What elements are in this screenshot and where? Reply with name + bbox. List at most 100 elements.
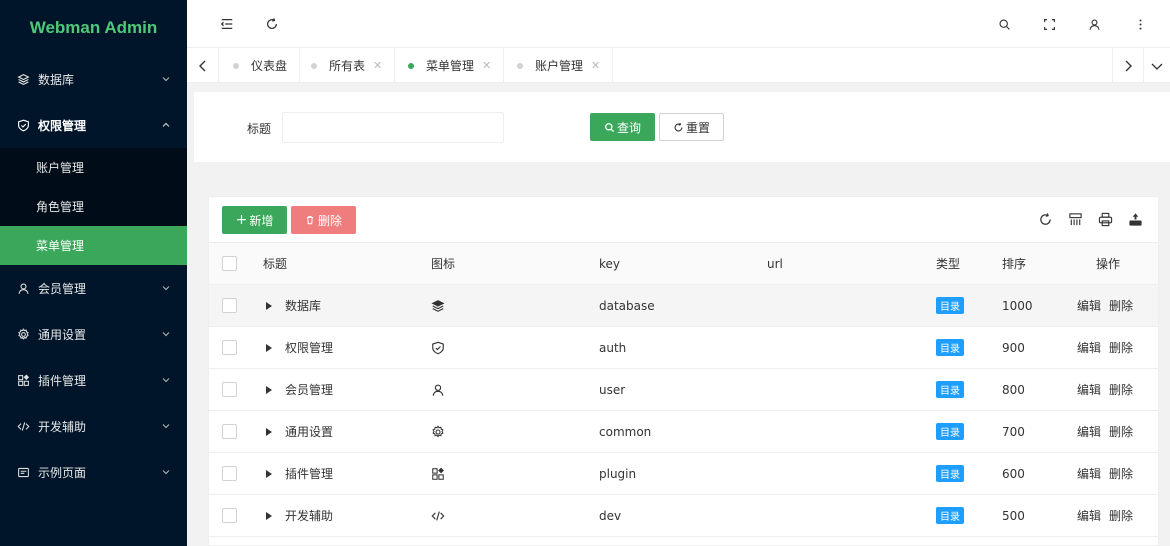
refresh-icon[interactable] [264, 16, 280, 32]
sidebar-item-plugins[interactable]: 插件管理 [0, 357, 187, 403]
shield-icon [431, 327, 445, 368]
chevron-down-icon [161, 467, 171, 477]
table-row[interactable]: 插件管理 plugin 目录 600 编辑 删除 [209, 453, 1158, 495]
chevron-up-icon [161, 120, 171, 130]
sidebar-item-examples[interactable]: 示例页面 [0, 449, 187, 495]
delete-link[interactable]: 删除 [1109, 339, 1133, 356]
close-icon[interactable]: ✕ [482, 59, 491, 72]
expand-caret-icon[interactable] [266, 469, 272, 478]
code-icon [16, 419, 30, 433]
tab-all-tables[interactable]: 所有表 ✕ [299, 48, 396, 83]
plugin-icon [431, 453, 445, 494]
delete-link[interactable]: 删除 [1109, 297, 1133, 314]
edit-link[interactable]: 编辑 [1077, 297, 1101, 314]
add-button[interactable]: + 新增 [222, 206, 287, 234]
table-row[interactable]: 会员管理 user 目录 800 编辑 删除 [209, 369, 1158, 411]
fullscreen-icon[interactable] [1041, 16, 1057, 32]
select-all-cell [222, 243, 237, 284]
tabs-scroll-left-icon[interactable] [187, 48, 219, 83]
title-filter-input[interactable] [282, 112, 504, 143]
row-checkbox[interactable] [222, 508, 237, 523]
edit-link[interactable]: 编辑 [1077, 507, 1101, 524]
sidebar-item-auth[interactable]: 权限管理 [0, 102, 187, 148]
row-type-cell: 目录 [936, 369, 964, 410]
sidebar-item-members[interactable]: 会员管理 [0, 265, 187, 311]
row-ops: 编辑 删除 [1077, 285, 1141, 326]
tabs-menu-chevron-down-icon[interactable] [1144, 48, 1170, 83]
type-badge: 目录 [936, 507, 964, 524]
delete-link[interactable]: 删除 [1109, 507, 1133, 524]
sidebar-item-settings[interactable]: 通用设置 [0, 311, 187, 357]
row-title-cell: 权限管理 [263, 327, 333, 368]
header-key[interactable]: key [599, 243, 620, 284]
close-icon[interactable]: ✕ [591, 59, 600, 72]
expand-caret-icon[interactable] [266, 343, 272, 352]
expand-caret-icon[interactable] [266, 385, 272, 394]
tab-dot [311, 62, 317, 69]
table-row[interactable]: 数据库 database 目录 1000 编辑 删除 [209, 285, 1158, 327]
search-panel: 标题 查询 重置 [194, 92, 1170, 162]
delete-link[interactable]: 删除 [1109, 381, 1133, 398]
sidebar-item-dev[interactable]: 开发辅助 [0, 403, 187, 449]
edit-link[interactable]: 编辑 [1077, 465, 1101, 482]
row-checkbox[interactable] [222, 424, 237, 439]
more-vertical-icon[interactable] [1132, 16, 1148, 32]
sidebar-item-roles[interactable]: 角色管理 [0, 187, 187, 226]
header-title[interactable]: 标题 [263, 243, 287, 284]
edit-link[interactable]: 编辑 [1077, 381, 1101, 398]
user-icon[interactable] [1086, 16, 1102, 32]
chevron-down-icon [161, 329, 171, 339]
delete-button[interactable]: 删除 [291, 206, 356, 234]
close-icon[interactable]: ✕ [373, 59, 382, 72]
table-row[interactable]: 开发辅助 dev 目录 500 编辑 删除 [209, 495, 1158, 537]
type-badge: 目录 [936, 423, 964, 440]
reset-button[interactable]: 重置 [659, 113, 724, 141]
layers-icon [16, 72, 30, 86]
edit-link[interactable]: 编辑 [1077, 339, 1101, 356]
sidebar-item-menus[interactable]: 菜单管理 [0, 226, 187, 265]
delete-link[interactable]: 删除 [1109, 423, 1133, 440]
query-button-label: 查询 [616, 120, 641, 135]
row-title-cell: 插件管理 [263, 453, 333, 494]
row-ops: 编辑 删除 [1077, 453, 1141, 494]
tabs-scroll-right-icon[interactable] [1112, 48, 1144, 83]
header-sort[interactable]: 排序 [1002, 243, 1026, 284]
expand-caret-icon[interactable] [266, 427, 272, 436]
sidebar-item-database[interactable]: 数据库 [0, 56, 187, 102]
print-icon[interactable] [1097, 211, 1113, 227]
row-sort: 700 [1002, 424, 1025, 439]
expand-caret-icon[interactable] [266, 511, 272, 520]
row-checkbox-cell [222, 453, 237, 494]
tab-dashboard[interactable]: 仪表盘 [221, 48, 301, 83]
row-ops: 编辑 删除 [1077, 369, 1141, 410]
tab-label: 菜单管理 [426, 59, 475, 73]
query-button[interactable]: 查询 [590, 113, 655, 141]
sidebar-item-accounts[interactable]: 账户管理 [0, 148, 187, 187]
edit-link[interactable]: 编辑 [1077, 423, 1101, 440]
tab-account-manage[interactable]: 账户管理 ✕ [505, 48, 614, 83]
row-key: database [599, 298, 655, 313]
header-icon[interactable]: 图标 [431, 243, 455, 284]
table-row[interactable]: 权限管理 auth 目录 900 编辑 删除 [209, 327, 1158, 369]
top-bar [187, 0, 1170, 48]
delete-link[interactable]: 删除 [1109, 465, 1133, 482]
search-icon[interactable] [996, 16, 1012, 32]
collapse-menu-icon[interactable] [219, 16, 235, 32]
select-all-checkbox[interactable] [222, 256, 237, 271]
row-sort: 1000 [1002, 298, 1033, 313]
columns-icon[interactable] [1067, 211, 1083, 227]
row-title: 通用设置 [285, 425, 334, 439]
row-checkbox[interactable] [222, 466, 237, 481]
export-icon[interactable] [1127, 211, 1143, 227]
tab-menu-manage[interactable]: 菜单管理 ✕ [396, 48, 505, 83]
tabs-bar: 仪表盘 所有表 ✕ 菜单管理 ✕ 账户管理 ✕ [187, 48, 1170, 83]
refresh-icon[interactable] [1037, 211, 1053, 227]
header-url[interactable]: url [767, 243, 783, 284]
expand-caret-icon[interactable] [266, 301, 272, 310]
row-checkbox[interactable] [222, 298, 237, 313]
row-checkbox[interactable] [222, 340, 237, 355]
table-row[interactable]: 通用设置 common 目录 700 编辑 删除 [209, 411, 1158, 453]
sidebar-item-label: 通用设置 [38, 327, 87, 342]
row-checkbox[interactable] [222, 382, 237, 397]
header-type[interactable]: 类型 [936, 243, 960, 284]
